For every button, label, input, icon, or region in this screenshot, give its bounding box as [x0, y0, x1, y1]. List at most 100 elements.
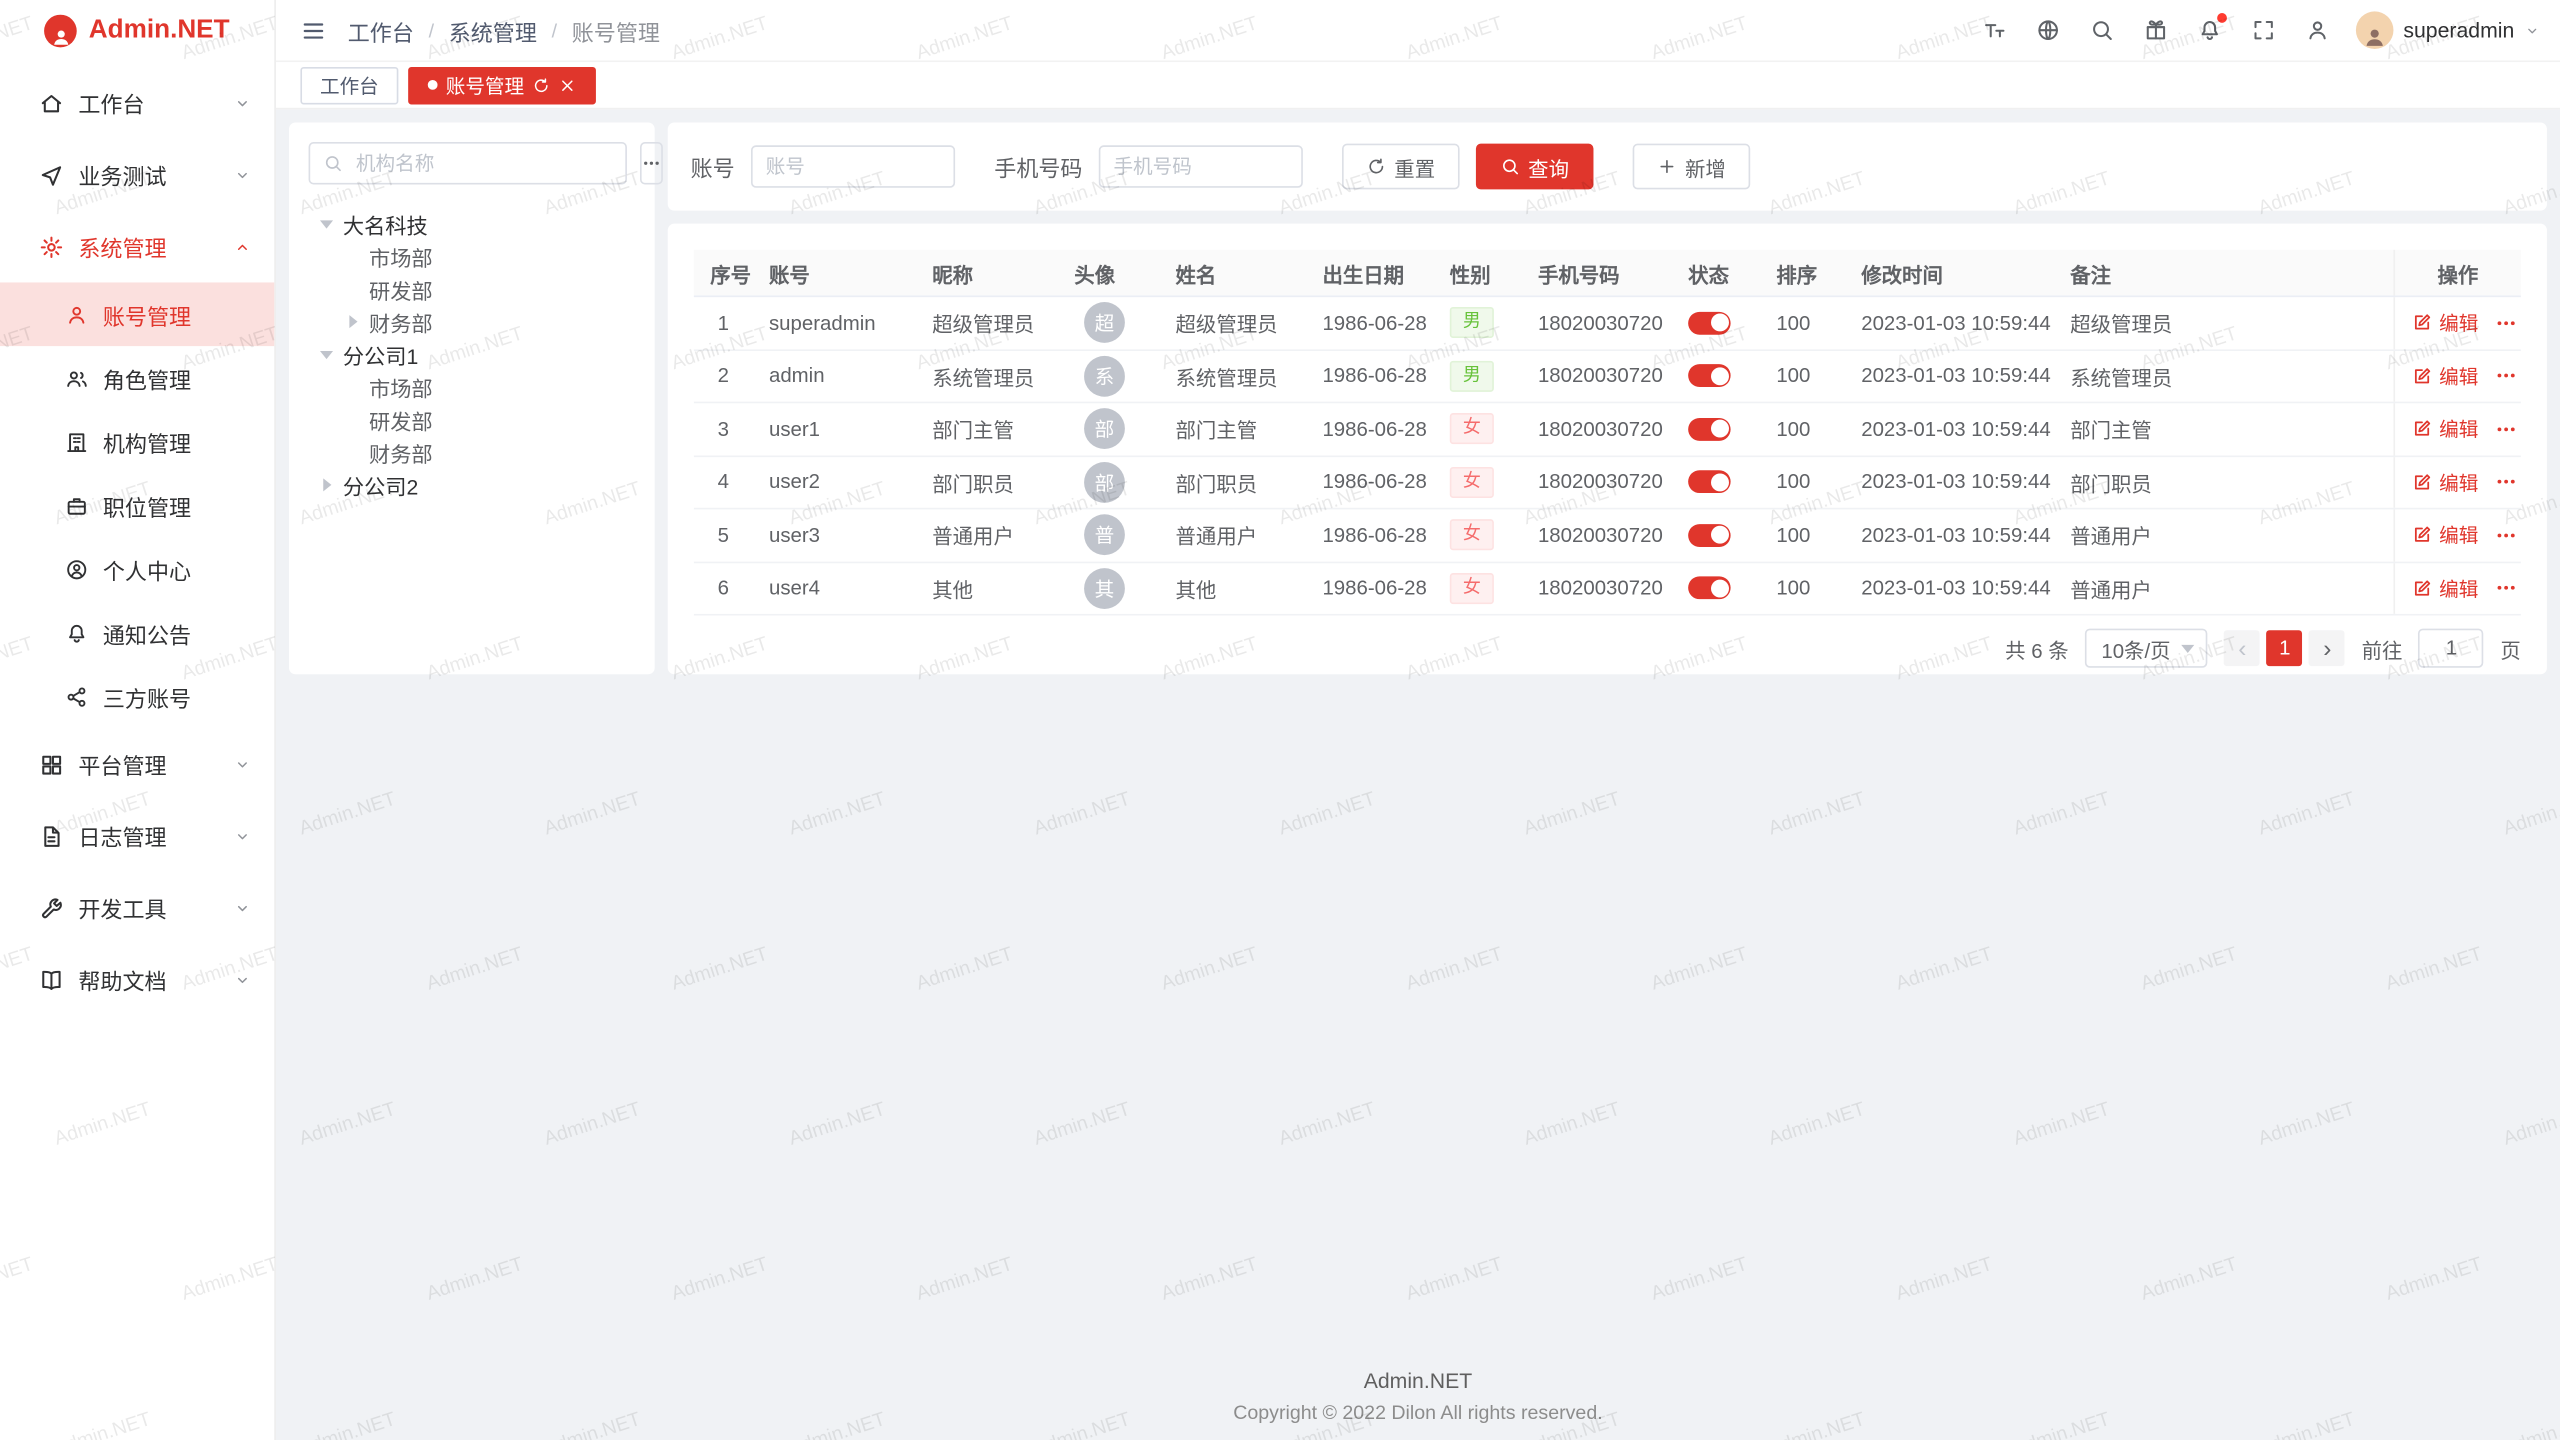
table-row: 2admin系统管理员系系统管理员1986-06-28男180200307201…: [694, 350, 2521, 403]
more-actions-icon[interactable]: [2495, 471, 2518, 494]
sidebar-menu: 工作台业务测试系统管理账号管理角色管理机构管理职位管理个人中心通知公告三方账号平…: [0, 60, 274, 1440]
current-page[interactable]: 1: [2267, 630, 2303, 666]
sidebar-subitem-notice[interactable]: 通知公告: [0, 601, 274, 665]
query-label: 查询: [1528, 151, 1569, 182]
sidebar-item-devtools[interactable]: 开发工具: [0, 872, 274, 944]
filter-bar: 账号 手机号码 重置 查询 新增: [668, 122, 2547, 210]
language-globe-icon[interactable]: [2036, 18, 2060, 42]
breadcrumb-item[interactable]: 系统管理: [449, 14, 537, 47]
more-actions-icon[interactable]: [2495, 577, 2518, 600]
sidebar-subitem-profile[interactable]: 个人中心: [0, 537, 274, 601]
book-icon: [39, 967, 63, 991]
next-page-button[interactable]: ›: [2309, 630, 2345, 666]
sidebar-subitem-role[interactable]: 角色管理: [0, 346, 274, 410]
sidebar-item-label: 角色管理: [103, 362, 252, 395]
font-size-icon[interactable]: [1982, 18, 2006, 42]
edit-button[interactable]: 编辑: [2411, 415, 2478, 443]
collapse-menu-button[interactable]: [292, 9, 334, 51]
status-toggle[interactable]: [1688, 471, 1730, 494]
sidebar-subitem-third-account[interactable]: 三方账号: [0, 664, 274, 728]
document-icon: [39, 824, 63, 848]
column-header: 序号: [694, 250, 753, 296]
tree-node[interactable]: 市场部: [341, 371, 635, 404]
caret-right-icon[interactable]: [341, 311, 362, 332]
tree-node[interactable]: 分公司2: [315, 469, 635, 502]
caret-placeholder: [341, 409, 362, 430]
chevron-up-icon: [233, 238, 251, 256]
sidebar-item-system[interactable]: 系统管理: [0, 211, 274, 283]
caret-right-icon[interactable]: [315, 474, 336, 495]
status-toggle[interactable]: [1688, 577, 1730, 600]
chevron-down-icon: [2182, 645, 2195, 660]
tree-node[interactable]: 财务部: [341, 436, 635, 469]
query-button[interactable]: 查询: [1476, 144, 1594, 190]
more-actions-icon[interactable]: [2495, 524, 2518, 547]
edit-button[interactable]: 编辑: [2411, 309, 2478, 337]
tab-workbench[interactable]: 工作台: [300, 66, 398, 104]
fullscreen-icon[interactable]: [2252, 18, 2276, 42]
reset-button[interactable]: 重置: [1342, 144, 1460, 190]
gender-badge: 男: [1450, 307, 1494, 338]
edit-button[interactable]: 编辑: [2411, 574, 2478, 602]
tree-node[interactable]: 市场部: [341, 240, 635, 273]
tab-account-management[interactable]: 账号管理: [408, 66, 596, 104]
more-actions-icon[interactable]: [2495, 418, 2518, 441]
cell-order: 100: [1760, 350, 1845, 401]
refresh-icon[interactable]: [532, 76, 550, 94]
phone-filter-input[interactable]: [1099, 145, 1303, 187]
tab-bar: 工作台 账号管理: [276, 62, 2560, 109]
sidebar-item-platform[interactable]: 平台管理: [0, 728, 274, 800]
search-icon[interactable]: [2090, 18, 2114, 42]
close-icon[interactable]: [558, 76, 576, 94]
cell-modified-time: 2023-01-03 10:59:44: [1845, 562, 2054, 613]
caret-down-icon[interactable]: [315, 213, 336, 234]
edit-button[interactable]: 编辑: [2411, 468, 2478, 496]
more-actions-icon[interactable]: [2495, 311, 2518, 334]
sidebar-item-help[interactable]: 帮助文档: [0, 944, 274, 1016]
status-toggle[interactable]: [1688, 418, 1730, 441]
sidebar-item-label: 日志管理: [78, 820, 233, 853]
tree-node[interactable]: 大名科技: [315, 207, 635, 240]
sidebar-item-label: 三方账号: [103, 680, 252, 713]
cell-order: 100: [1760, 456, 1845, 507]
chevron-down-icon: [233, 166, 251, 184]
total-count: 共 6 条: [2005, 633, 2069, 664]
user-menu[interactable]: superadmin: [2356, 11, 2540, 49]
account-filter-input[interactable]: [751, 145, 955, 187]
logo[interactable]: Admin.NET: [0, 0, 274, 60]
cell-status: [1672, 509, 1760, 560]
cell-gender: 女: [1433, 562, 1521, 613]
goto-label: 前往: [2362, 633, 2403, 664]
sidebar-subitem-account[interactable]: 账号管理: [0, 282, 274, 346]
sidebar-subitem-position[interactable]: 职位管理: [0, 473, 274, 537]
edit-button[interactable]: 编辑: [2411, 521, 2478, 549]
prev-page-button[interactable]: ‹: [2224, 630, 2260, 666]
org-search-input[interactable]: [353, 150, 613, 176]
add-button[interactable]: 新增: [1633, 144, 1751, 190]
notification-bell-icon[interactable]: [2198, 18, 2222, 42]
tree-node[interactable]: 研发部: [341, 403, 635, 436]
tree-node[interactable]: 财务部: [341, 305, 635, 338]
sidebar-item-log[interactable]: 日志管理: [0, 800, 274, 872]
sidebar-item-business-test[interactable]: 业务测试: [0, 139, 274, 211]
caret-down-icon[interactable]: [315, 344, 336, 365]
toggle-knob: [1710, 526, 1728, 544]
tree-more-button[interactable]: [640, 142, 663, 184]
status-toggle[interactable]: [1688, 524, 1730, 547]
tree-node[interactable]: 分公司1: [315, 338, 635, 371]
page-size-select[interactable]: 10条/页: [2085, 629, 2208, 668]
column-header: 账号: [753, 250, 916, 296]
cell-gender: 女: [1433, 509, 1521, 560]
status-toggle[interactable]: [1688, 364, 1730, 387]
cell-gender: 男: [1433, 297, 1521, 348]
sidebar-item-workbench[interactable]: 工作台: [0, 67, 274, 139]
theme-gift-icon[interactable]: [2144, 18, 2168, 42]
tree-node[interactable]: 研发部: [341, 273, 635, 306]
goto-page-input[interactable]: [2419, 629, 2484, 668]
breadcrumb-item[interactable]: 工作台: [348, 14, 414, 47]
more-actions-icon[interactable]: [2495, 364, 2518, 387]
edit-button[interactable]: 编辑: [2411, 362, 2478, 390]
sidebar-subitem-org[interactable]: 机构管理: [0, 410, 274, 474]
status-toggle[interactable]: [1688, 311, 1730, 334]
user-center-icon[interactable]: [2305, 18, 2329, 42]
